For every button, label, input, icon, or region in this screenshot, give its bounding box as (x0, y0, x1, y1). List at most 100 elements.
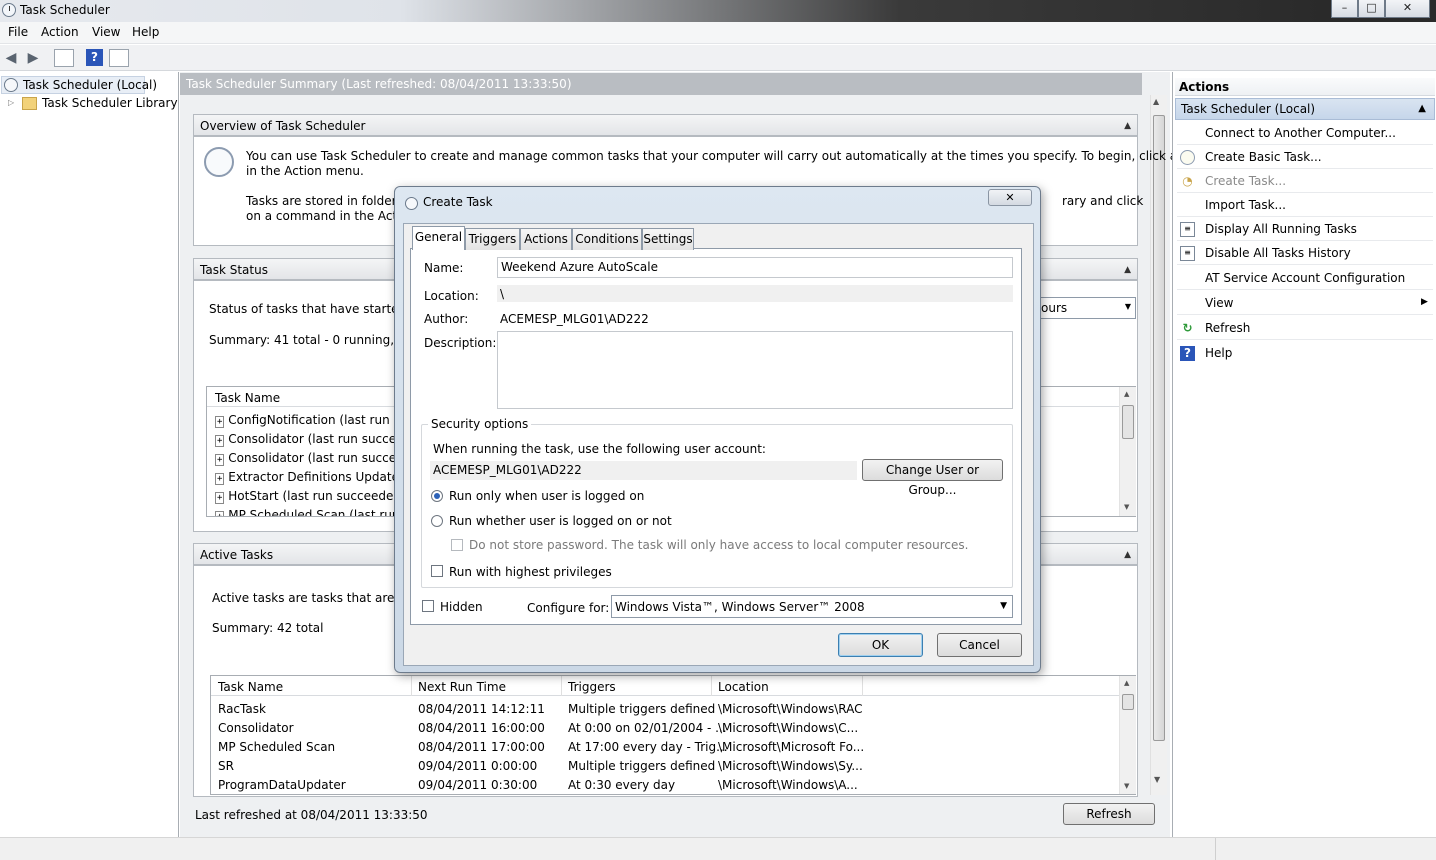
tab-conditions[interactable]: Conditions (572, 228, 642, 250)
column-triggers[interactable]: Triggers (568, 680, 616, 694)
menu-help[interactable]: Help (132, 25, 159, 39)
no-store-password-checkbox[interactable] (451, 539, 463, 551)
table-row[interactable]: Consolidator 08/04/2011 16:00:00 At 0:00… (211, 719, 1119, 738)
table-row[interactable]: SR 09/04/2011 0:00:00 Multiple triggers … (211, 757, 1119, 776)
run-whether-radio[interactable] (431, 515, 443, 527)
scroll-thumb[interactable] (1153, 115, 1165, 741)
maximize-button[interactable]: □ (1358, 0, 1385, 18)
expand-plus-icon[interactable]: + (215, 511, 225, 516)
expand-plus-icon[interactable]: + (215, 416, 225, 428)
tree-item-library[interactable]: Task Scheduler Library (42, 96, 178, 110)
forward-arrow-icon[interactable]: ▶ (24, 49, 42, 67)
table-row[interactable]: RacTask 08/04/2011 14:12:11 Multiple tri… (211, 700, 1119, 719)
tab-settings[interactable]: Settings (642, 228, 694, 250)
collapse-icon[interactable]: ▲ (1418, 103, 1426, 114)
column-location[interactable]: Location (718, 680, 769, 694)
tab-general[interactable]: General (412, 226, 465, 250)
scroll-thumb[interactable] (1122, 694, 1134, 710)
description-textarea[interactable] (497, 331, 1013, 409)
cancel-button[interactable]: Cancel (937, 633, 1022, 657)
menu-view[interactable]: View (92, 25, 120, 39)
action-at-service[interactable]: AT Service Account Configuration (1205, 271, 1405, 285)
back-arrow-icon[interactable]: ◀ (2, 49, 20, 67)
close-icon: ✕ (1005, 191, 1015, 204)
status-period-value: ours (1041, 301, 1068, 315)
task-status-scrollbar[interactable]: ▲ ▼ (1119, 387, 1136, 516)
action-display-running[interactable]: Display All Running Tasks (1205, 222, 1357, 236)
action-disable-history[interactable]: Disable All Tasks History (1205, 246, 1351, 260)
change-user-button[interactable]: Change User or Group... (862, 459, 1003, 497)
last-refreshed-text: Last refreshed at 08/04/2011 13:33:50 (195, 808, 428, 822)
active-tasks-summary: Summary: 42 total (212, 621, 324, 635)
action-connect[interactable]: Connect to Another Computer... (1205, 126, 1396, 140)
expand-plus-icon[interactable]: + (215, 435, 225, 447)
show-hide-action-pane-icon[interactable] (109, 49, 129, 67)
highest-privileges-checkbox[interactable] (431, 565, 443, 577)
show-hide-console-tree-icon[interactable] (54, 49, 74, 67)
table-row[interactable]: + Consolidator (last run succeede (215, 432, 419, 447)
table-row[interactable]: ProgramDataUpdater 09/04/2011 0:30:00 At… (211, 776, 1119, 794)
column-next-run-time[interactable]: Next Run Time (418, 680, 506, 694)
minimize-button[interactable]: – (1331, 0, 1358, 18)
center-scrollbar[interactable]: ▲ ▼ (1150, 95, 1167, 795)
scroll-down-icon[interactable]: ▼ (1154, 775, 1160, 784)
table-row[interactable]: + HotStart (last run succeeded at (215, 489, 417, 504)
scroll-thumb[interactable] (1122, 405, 1134, 439)
name-value: Weekend Azure AutoScale (501, 260, 658, 274)
status-period-select[interactable]: ours ▼ (1032, 297, 1136, 319)
refresh-button[interactable]: Refresh (1063, 803, 1155, 825)
actions-group-header[interactable]: Task Scheduler (Local) ▲ (1175, 98, 1435, 120)
active-tasks-rows: RacTask 08/04/2011 14:12:11 Multiple tri… (211, 698, 1119, 794)
action-view[interactable]: View (1205, 296, 1233, 310)
run-whether-label[interactable]: Run whether user is logged on or not (449, 514, 672, 528)
collapse-icon[interactable]: ▲ (1124, 265, 1131, 275)
submenu-arrow-icon: ▶ (1421, 297, 1428, 307)
overview-text-2b: rary and click (1062, 194, 1144, 208)
scroll-down-icon[interactable]: ▼ (1124, 782, 1129, 790)
highest-privileges-label[interactable]: Run with highest privileges (449, 565, 612, 579)
scroll-down-icon[interactable]: ▼ (1124, 503, 1129, 511)
clock-icon: ◔ (1182, 174, 1193, 188)
tab-triggers[interactable]: Triggers (465, 228, 520, 250)
help-icon[interactable]: ? (86, 49, 103, 66)
configure-for-select[interactable]: Windows Vista™, Windows Server™ 2008 ▼ (611, 595, 1013, 618)
menu-file[interactable]: File (8, 25, 28, 39)
hidden-checkbox[interactable] (422, 600, 434, 612)
table-row[interactable]: MP Scheduled Scan 08/04/2011 17:00:00 At… (211, 738, 1119, 757)
ok-button[interactable]: OK (838, 633, 923, 657)
collapse-icon[interactable]: ▲ (1124, 550, 1131, 560)
column-task-name[interactable]: Task Name (215, 391, 280, 405)
action-help[interactable]: Help (1205, 346, 1232, 360)
expand-plus-icon[interactable]: + (215, 454, 225, 466)
table-row[interactable]: + MP Scheduled Scan (last run su (215, 508, 417, 516)
collapse-icon[interactable]: ▲ (1124, 121, 1131, 131)
table-row[interactable]: + Extractor Definitions Update Ta (215, 470, 415, 485)
expand-plus-icon[interactable]: + (215, 492, 225, 504)
name-input[interactable]: Weekend Azure AutoScale (497, 257, 1013, 278)
column-task-name[interactable]: Task Name (218, 680, 283, 694)
action-create-task[interactable]: Create Task... (1205, 174, 1286, 188)
actions-group-title: Task Scheduler (Local) (1181, 102, 1316, 116)
run-logged-on-radio[interactable] (431, 490, 443, 502)
expand-arrow-icon[interactable]: ▷ (8, 98, 14, 107)
dialog-close-button[interactable]: ✕ (988, 189, 1032, 206)
scroll-up-icon[interactable]: ▲ (1124, 679, 1129, 687)
configure-for-value: Windows Vista™, Windows Server™ 2008 (615, 600, 865, 614)
security-options-title: Security options (428, 417, 532, 431)
scroll-up-icon[interactable]: ▲ (1124, 390, 1129, 398)
action-refresh[interactable]: Refresh (1205, 321, 1250, 335)
expand-plus-icon[interactable]: + (215, 473, 225, 485)
table-row[interactable]: + ConfigNotification (last run suc (215, 413, 414, 428)
tab-actions[interactable]: Actions (520, 228, 572, 250)
hidden-label[interactable]: Hidden (440, 600, 483, 614)
actions-pane: Actions Task Scheduler (Local) ▲ Connect… (1172, 72, 1436, 837)
run-logged-on-label[interactable]: Run only when user is logged on (449, 489, 644, 503)
close-button[interactable]: ✕ (1385, 0, 1430, 18)
action-create-basic-task[interactable]: Create Basic Task... (1205, 150, 1322, 164)
active-tasks-scrollbar[interactable]: ▲ ▼ (1119, 676, 1136, 794)
overview-section-header[interactable]: Overview of Task Scheduler ▲ (193, 114, 1138, 136)
action-import-task[interactable]: Import Task... (1205, 198, 1286, 212)
scroll-up-icon[interactable]: ▲ (1153, 97, 1159, 106)
table-row[interactable]: + Consolidator (last run succeede (215, 451, 419, 466)
menu-action[interactable]: Action (41, 25, 79, 39)
